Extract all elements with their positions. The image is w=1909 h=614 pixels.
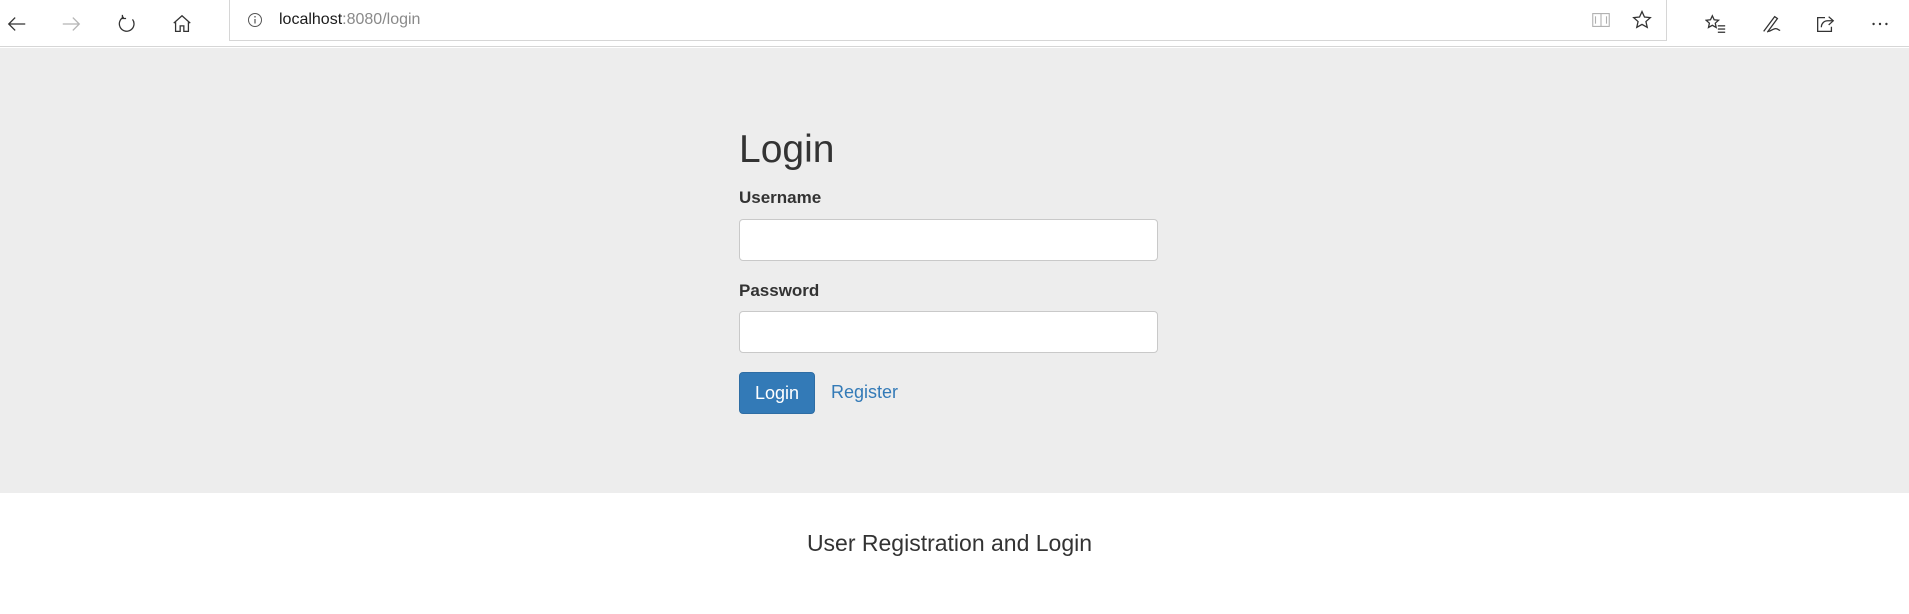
login-button[interactable]: Login bbox=[739, 372, 815, 414]
browser-toolbar: localhost:8080/login bbox=[0, 0, 1909, 47]
username-field[interactable] bbox=[739, 219, 1158, 261]
login-section: Login Username Password Login Register bbox=[0, 48, 1909, 493]
favorites-list-icon[interactable] bbox=[1696, 4, 1736, 44]
address-bar[interactable]: localhost:8080/login bbox=[229, 0, 1667, 41]
url-host: localhost bbox=[279, 11, 343, 28]
forward-arrow-icon[interactable] bbox=[51, 4, 91, 44]
back-arrow-icon[interactable] bbox=[0, 4, 37, 44]
url-text[interactable]: localhost:8080/login bbox=[279, 11, 420, 29]
url-path: :8080/login bbox=[342, 11, 421, 28]
register-link[interactable]: Register bbox=[831, 382, 898, 403]
refresh-icon[interactable] bbox=[107, 4, 147, 44]
pen-icon[interactable] bbox=[1751, 4, 1791, 44]
star-icon[interactable] bbox=[1631, 9, 1653, 31]
username-label: Username bbox=[739, 188, 822, 207]
home-icon[interactable] bbox=[162, 4, 202, 44]
page-title: Login bbox=[739, 128, 835, 171]
footer-text: User Registration and Login bbox=[806, 530, 1093, 556]
password-label: Password bbox=[739, 281, 820, 300]
password-field[interactable] bbox=[739, 311, 1158, 353]
info-icon[interactable] bbox=[247, 12, 263, 28]
share-icon[interactable] bbox=[1805, 4, 1845, 44]
footer: User Registration and Login bbox=[0, 493, 1909, 614]
more-icon[interactable] bbox=[1860, 4, 1900, 44]
reading-view-icon[interactable] bbox=[1590, 9, 1612, 31]
